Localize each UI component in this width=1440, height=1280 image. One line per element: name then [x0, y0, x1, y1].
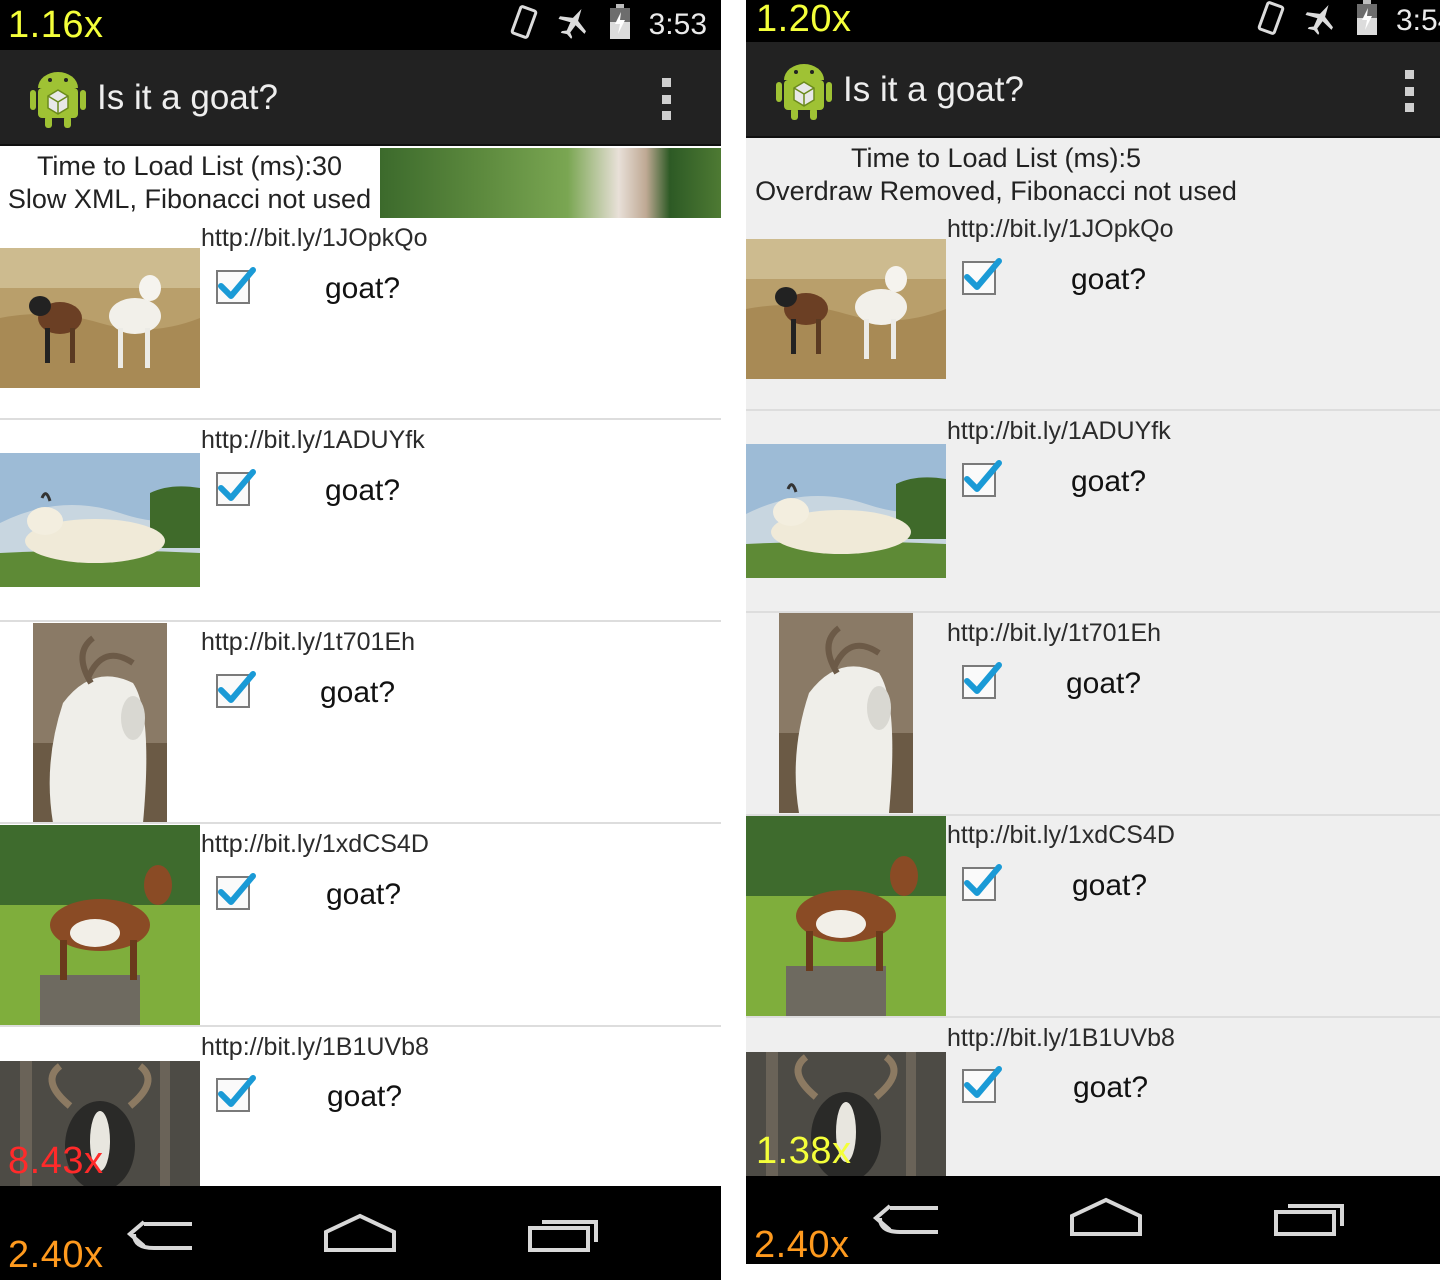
header-image	[380, 148, 721, 218]
goat-checkbox[interactable]	[962, 463, 996, 497]
goat-thumbnail	[779, 613, 913, 813]
checkbox-checked-icon	[215, 264, 259, 308]
goat-checkbox[interactable]	[216, 270, 250, 304]
goat-checkbox[interactable]	[962, 261, 996, 295]
goat-label: goat?	[325, 474, 401, 507]
goat-checkbox[interactable]	[216, 674, 250, 708]
row-url[interactable]: http://bit.ly/1JOpkQo	[947, 215, 1174, 244]
goat-checkbox[interactable]	[216, 1078, 250, 1112]
checkbox-checked-icon	[961, 255, 1005, 299]
recent-apps-icon[interactable]	[1270, 1196, 1350, 1240]
row-url[interactable]: http://bit.ly/1xdCS4D	[201, 830, 429, 859]
goat-label: goat?	[325, 272, 401, 305]
checkbox-checked-icon	[215, 1072, 259, 1116]
checkbox-checked-icon	[215, 870, 259, 914]
gpu-overlay-list: 1.38x	[756, 1130, 852, 1172]
action-bar: Is it a goat?	[0, 50, 721, 146]
action-bar: Is it a goat?	[746, 42, 1440, 138]
load-mode-text: Overdraw Removed, Fibonacci not used	[755, 176, 1237, 206]
gpu-overlay-status: 1.16x	[8, 4, 104, 46]
gpu-overlay-status: 1.20x	[756, 0, 852, 40]
load-info: Time to Load List (ms):30 Slow XML, Fibo…	[0, 150, 379, 216]
back-icon[interactable]	[124, 1212, 204, 1256]
airplane-icon	[557, 5, 591, 46]
status-bar: 1.20x 3:54	[746, 0, 1440, 42]
checkbox-checked-icon	[961, 457, 1005, 501]
battery-icon	[1356, 0, 1378, 43]
gpu-overlay-nav: 2.40x	[8, 1234, 104, 1276]
goat-checkbox[interactable]	[962, 867, 996, 901]
goat-thumbnail	[0, 453, 200, 587]
goat-thumbnail	[746, 239, 946, 379]
recent-apps-icon[interactable]	[524, 1212, 604, 1256]
overflow-menu-icon[interactable]	[659, 78, 673, 120]
checkbox-checked-icon	[961, 659, 1005, 703]
status-time: 3:53	[648, 8, 707, 41]
checkbox-checked-icon	[215, 466, 259, 510]
goat-label: goat?	[1073, 1071, 1149, 1104]
row-url[interactable]: http://bit.ly/1ADUYfk	[201, 426, 425, 455]
goat-thumbnail	[0, 248, 200, 388]
goat-thumbnail	[746, 444, 946, 578]
goat-label: goat?	[327, 1080, 403, 1113]
row-divider	[746, 409, 1440, 411]
goat-checkbox[interactable]	[216, 876, 250, 910]
android-app-icon[interactable]	[776, 60, 832, 122]
row-divider	[0, 620, 721, 622]
goat-checkbox[interactable]	[962, 665, 996, 699]
goat-label: goat?	[1066, 667, 1142, 700]
goat-thumbnail	[0, 825, 200, 1025]
load-mode-text: Slow XML, Fibonacci not used	[7, 184, 372, 214]
row-url[interactable]: http://bit.ly/1xdCS4D	[947, 821, 1175, 850]
nav-bar: 2.40x	[746, 1176, 1440, 1264]
row-url[interactable]: http://bit.ly/1ADUYfk	[947, 417, 1171, 446]
back-icon[interactable]	[870, 1196, 950, 1240]
load-time-text: Time to Load List (ms):30	[36, 151, 343, 181]
battery-icon	[609, 3, 631, 47]
row-url[interactable]: http://bit.ly/1JOpkQo	[201, 224, 428, 253]
screen-right: 1.20x 3:54 Is it a goat? Time to Load Li…	[746, 0, 1440, 1264]
goat-label: goat?	[326, 878, 402, 911]
vibrate-icon	[1256, 0, 1286, 42]
goat-label: goat?	[1071, 465, 1147, 498]
screen-left: 1.16x 3:53 Is it a goat? Time to Load Li…	[0, 0, 721, 1280]
status-bar: 1.16x 3:53	[0, 0, 721, 50]
home-icon[interactable]	[320, 1212, 400, 1256]
row-url[interactable]: http://bit.ly/1B1UVb8	[947, 1024, 1175, 1053]
row-url[interactable]: http://bit.ly/1t701Eh	[947, 619, 1161, 648]
row-divider	[0, 1025, 721, 1027]
goat-thumbnail	[746, 816, 946, 1016]
gpu-overlay-nav: 2.40x	[754, 1224, 850, 1264]
nav-bar: 2.40x	[0, 1186, 721, 1280]
checkbox-checked-icon	[961, 1063, 1005, 1107]
gpu-overlay-list: 8.43x	[8, 1140, 104, 1182]
row-url[interactable]: http://bit.ly/1t701Eh	[201, 628, 415, 657]
row-divider	[0, 822, 721, 824]
app-title: Is it a goat?	[843, 70, 1024, 109]
row-divider	[746, 1016, 1440, 1018]
checkbox-checked-icon	[961, 861, 1005, 905]
row-divider	[0, 418, 721, 420]
vibrate-icon	[509, 4, 539, 46]
load-time-text: Time to Load List (ms):5	[850, 143, 1142, 173]
goat-checkbox[interactable]	[216, 472, 250, 506]
overflow-menu-icon[interactable]	[1402, 70, 1416, 112]
load-info: Time to Load List (ms):5 Overdraw Remove…	[746, 142, 1246, 208]
goat-label: goat?	[320, 676, 396, 709]
goat-thumbnail	[33, 623, 167, 823]
status-time: 3:54	[1396, 4, 1440, 37]
goat-checkbox[interactable]	[962, 1069, 996, 1103]
goat-label: goat?	[1071, 263, 1147, 296]
goat-label: goat?	[1072, 869, 1148, 902]
airplane-icon	[1304, 1, 1338, 42]
row-url[interactable]: http://bit.ly/1B1UVb8	[201, 1033, 429, 1062]
android-app-icon[interactable]	[30, 68, 86, 130]
app-title: Is it a goat?	[97, 78, 278, 117]
home-icon[interactable]	[1066, 1196, 1146, 1240]
checkbox-checked-icon	[215, 668, 259, 712]
